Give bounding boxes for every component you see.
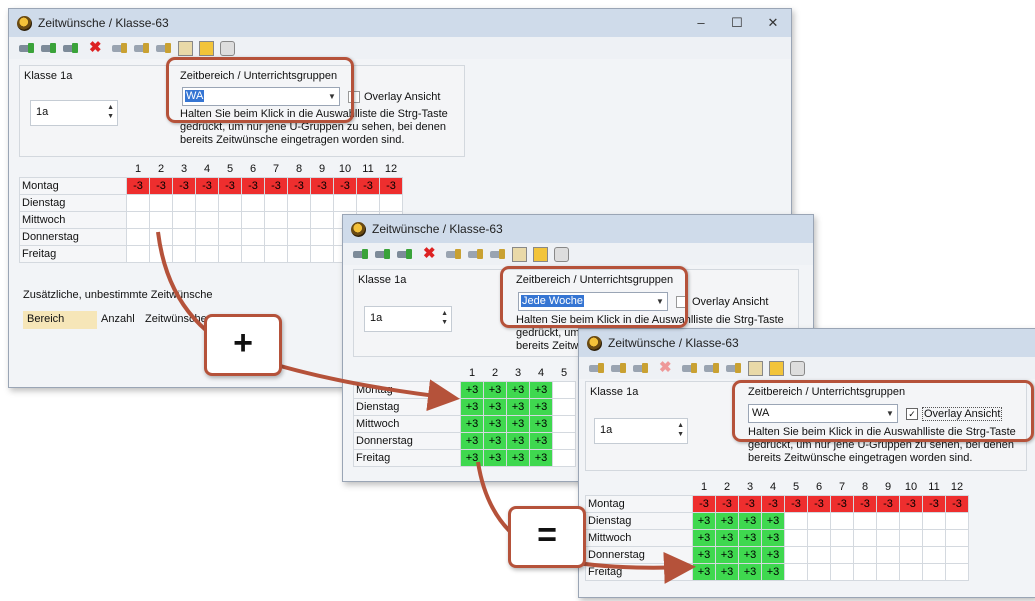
plus-operator: + bbox=[204, 314, 282, 376]
equals-operator: = bbox=[508, 506, 586, 568]
arrow-1 bbox=[156, 231, 460, 412]
